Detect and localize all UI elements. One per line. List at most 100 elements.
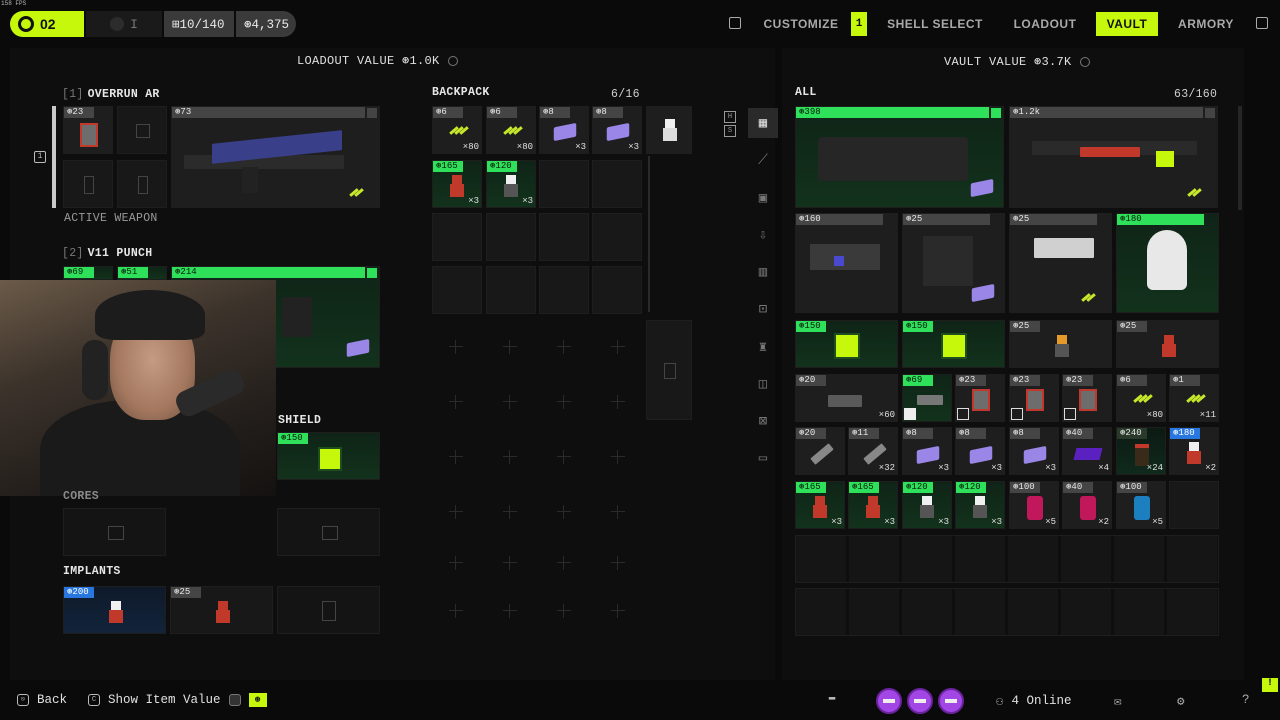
backpack-item[interactable]: ⊛8 ×3	[539, 106, 589, 154]
filter-weapons-icon[interactable]: ⟋	[748, 146, 778, 176]
backpack-slot-empty[interactable]	[486, 213, 536, 261]
vault-item[interactable]: ⊛165 ×3	[795, 481, 845, 529]
backpack-slot-empty[interactable]	[592, 213, 642, 261]
vault-item[interactable]: ⊛160	[795, 213, 898, 313]
vault-item[interactable]: ⊛180 ×2	[1169, 427, 1219, 475]
party-member-avatar[interactable]	[938, 688, 964, 714]
backpack-scrollbar[interactable]	[648, 156, 650, 312]
filter-all-icon[interactable]: ▦	[748, 108, 778, 138]
chat-button[interactable]: ▬	[826, 693, 838, 705]
notification-flag-icon[interactable]: !	[1262, 678, 1278, 692]
vault-item[interactable]: ⊛8 ×3	[1009, 427, 1059, 475]
tab-armory[interactable]: ARMORY	[1170, 12, 1242, 36]
core-slot-empty[interactable]	[277, 508, 380, 556]
show-item-value-button[interactable]: C Show Item Value ⊛	[88, 693, 267, 707]
online-friends-button[interactable]: ⚇ 4 Online	[996, 693, 1072, 709]
implant-slot[interactable]: ⊛200	[63, 586, 166, 634]
vault-item[interactable]: ⊛1.2k	[1009, 106, 1218, 208]
filter-junk-icon[interactable]: ⊠	[748, 406, 778, 436]
weapon-mod-slot-empty[interactable]	[63, 160, 113, 208]
weapon-mod-slot-empty[interactable]	[117, 106, 167, 154]
tab-loadout[interactable]: LOADOUT	[1006, 12, 1084, 36]
vault-item[interactable]: ⊛40 ×2	[1062, 481, 1112, 529]
filter-ammo-icon[interactable]: ▣	[748, 183, 778, 213]
vault-item[interactable]: ⊛150	[902, 320, 1005, 368]
vault-item[interactable]: ⊛120 ×3	[902, 481, 952, 529]
implant-slot-empty[interactable]	[277, 586, 380, 634]
tab-vault[interactable]: VAULT	[1096, 12, 1158, 36]
tab-shell-select[interactable]: SHELL SELECT	[880, 12, 990, 36]
filter-misc-icon[interactable]: ▭	[748, 443, 778, 473]
weapon-2-mod-slot[interactable]: ⊛51	[117, 266, 167, 280]
backpack-slot-empty[interactable]	[432, 213, 482, 261]
settings-button[interactable]: ⚙	[1177, 693, 1185, 709]
vault-item[interactable]: ⊛100 ×5	[1116, 481, 1166, 529]
vault-item[interactable]: ⊛8 ×3	[955, 427, 1005, 475]
backpack-slot-empty[interactable]	[592, 160, 642, 208]
vault-item[interactable]: ⊛6 ×80	[1116, 374, 1166, 422]
item-value-tag: ⊛25	[903, 214, 990, 225]
vault-item[interactable]: ⊛20 ×60	[795, 374, 898, 422]
vault-slot-empty[interactable]	[1169, 481, 1219, 529]
vault-item[interactable]: ⊛20	[795, 427, 845, 475]
implant-slot[interactable]: ⊛25	[170, 586, 273, 634]
help-button[interactable]: ?	[1242, 693, 1250, 707]
mail-button[interactable]: ✉	[1114, 693, 1122, 709]
backpack-item[interactable]: ⊛6 ×80	[432, 106, 482, 154]
back-button[interactable]: ⎋ Back	[17, 693, 67, 707]
vault-item[interactable]: ⊛180	[1116, 213, 1219, 313]
filter-download-icon[interactable]: ⇩	[748, 220, 778, 250]
vault-item[interactable]: ⊛25	[902, 213, 1005, 313]
backpack-slot-empty[interactable]	[539, 160, 589, 208]
vault-scrollbar[interactable]	[1238, 106, 1242, 210]
player-level-badge[interactable]: 02	[10, 11, 84, 37]
vault-item[interactable]: ⊛1 ×11	[1169, 374, 1219, 422]
vault-item[interactable]: ⊛150	[795, 320, 898, 368]
shield-slot[interactable]: ⊛150	[277, 432, 380, 480]
vault-item[interactable]: ⊛100 ×5	[1009, 481, 1059, 529]
vault-item[interactable]: ⊛69	[902, 374, 952, 422]
vault-item[interactable]: ⊛25	[1009, 320, 1112, 368]
backpack-slot-empty[interactable]	[539, 213, 589, 261]
filter-cores-icon[interactable]: ◫	[748, 369, 778, 399]
locked-slot-marker	[557, 450, 571, 464]
vault-item[interactable]: ⊛165 ×3	[848, 481, 898, 529]
vault-item[interactable]: ⊛240 ×24	[1116, 427, 1166, 475]
weapon-2-mod-slot[interactable]: ⊛69	[63, 266, 113, 280]
vault-empty-row[interactable]	[795, 588, 1219, 636]
party-member-avatar[interactable]	[907, 688, 933, 714]
vault-empty-row[interactable]	[795, 535, 1219, 583]
backpack-slot-empty[interactable]	[432, 266, 482, 314]
backpack-equip-slot[interactable]	[646, 106, 692, 154]
vault-item[interactable]: ⊛8 ×3	[902, 427, 952, 475]
weapon-1-slot[interactable]: ⊛73	[171, 106, 380, 208]
filter-chip-icon[interactable]: ⊡	[748, 294, 778, 324]
vault-item[interactable]: ⊛25	[1116, 320, 1219, 368]
backpack-slot-empty[interactable]	[486, 266, 536, 314]
backpack-item[interactable]: ⊛8 ×3	[592, 106, 642, 154]
vault-item[interactable]: ⊛25	[1009, 213, 1112, 313]
party-member-avatar[interactable]	[876, 688, 902, 714]
info-icon[interactable]	[447, 55, 458, 66]
weapon-mod-slot-empty[interactable]	[117, 160, 167, 208]
backpack-item[interactable]: ⊛6 ×80	[486, 106, 536, 154]
backpack-item[interactable]: ⊛120 ×3	[486, 160, 536, 208]
vault-item[interactable]: ⊛23	[955, 374, 1005, 422]
vault-item[interactable]: ⊛23	[1009, 374, 1059, 422]
vault-item[interactable]: ⊛40 ×4	[1062, 427, 1112, 475]
weapon-mod-slot[interactable]: ⊛23	[63, 106, 113, 154]
backpack-slot-empty[interactable]	[592, 266, 642, 314]
backpack-item[interactable]: ⊛165 ×3	[432, 160, 482, 208]
filter-implants-icon[interactable]: ♜	[748, 332, 778, 362]
tab-customize[interactable]: CUSTOMIZE	[754, 12, 848, 36]
vault-item[interactable]: ⊛11 ×32	[848, 427, 898, 475]
info-icon[interactable]	[1079, 56, 1090, 67]
cleanse-vial-icon	[1080, 496, 1096, 520]
vault-item[interactable]: ⊛398	[795, 106, 1004, 208]
backpack-slot-empty[interactable]	[539, 266, 589, 314]
vault-item[interactable]: ⊛120 ×3	[955, 481, 1005, 529]
filter-mods-icon[interactable]: ▥	[748, 257, 778, 287]
secondary-level-badge[interactable]: I	[86, 11, 162, 37]
core-slot-empty[interactable]	[63, 508, 166, 556]
vault-item[interactable]: ⊛23	[1062, 374, 1112, 422]
